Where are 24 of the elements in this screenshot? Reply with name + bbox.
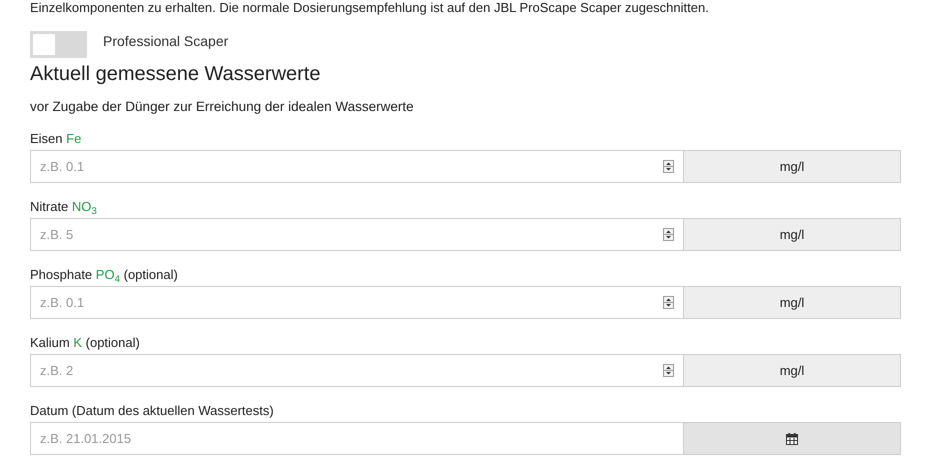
calendar-icon (786, 432, 798, 445)
spinner-icon[interactable] (663, 228, 674, 242)
spinner-icon[interactable] (663, 160, 674, 174)
spinner-icon[interactable] (663, 364, 674, 378)
field-label: Eisen Fe (30, 131, 82, 148)
number-field[interactable]: z.B. 0.1 (30, 150, 683, 184)
intro-text: Einzelkomponenten zu erhalten. Die normale Dosierungsempfehlung ist auf den JBL ProScape Scaper zugeschnitten. (30, 0, 710, 15)
unit-addon: mg/l (683, 354, 901, 388)
toggle-switch[interactable] (30, 31, 87, 58)
number-field[interactable]: z.B. 5 (30, 218, 683, 252)
field-label: Phosphate PO$_{4}$ (optional) (30, 267, 179, 284)
field-label: Datum (Datum des aktuellen Wassertests) (30, 403, 275, 420)
spinner-icon[interactable] (663, 296, 674, 310)
number-field[interactable]: z.B. 0.1 (30, 286, 683, 320)
field-label: Kalium K (optional) (30, 335, 141, 352)
unit-addon: mg/l (683, 218, 901, 252)
section-heading: Aktuell gemessene Wasserwerte (30, 62, 322, 86)
date-field[interactable]: z.B. 21.01.2015 (30, 422, 683, 456)
field-label: Nitrate NO$_{3}$ (30, 199, 98, 216)
number-field[interactable]: z.B. 2 (30, 354, 683, 388)
unit-addon: mg/l (683, 286, 901, 320)
unit-addon: mg/l (683, 150, 901, 184)
toggle-label: Professional Scaper (103, 32, 228, 51)
section-subtitle: vor Zugabe der Dünger zur Erreichung der idealen Wasserwerte (30, 98, 415, 116)
